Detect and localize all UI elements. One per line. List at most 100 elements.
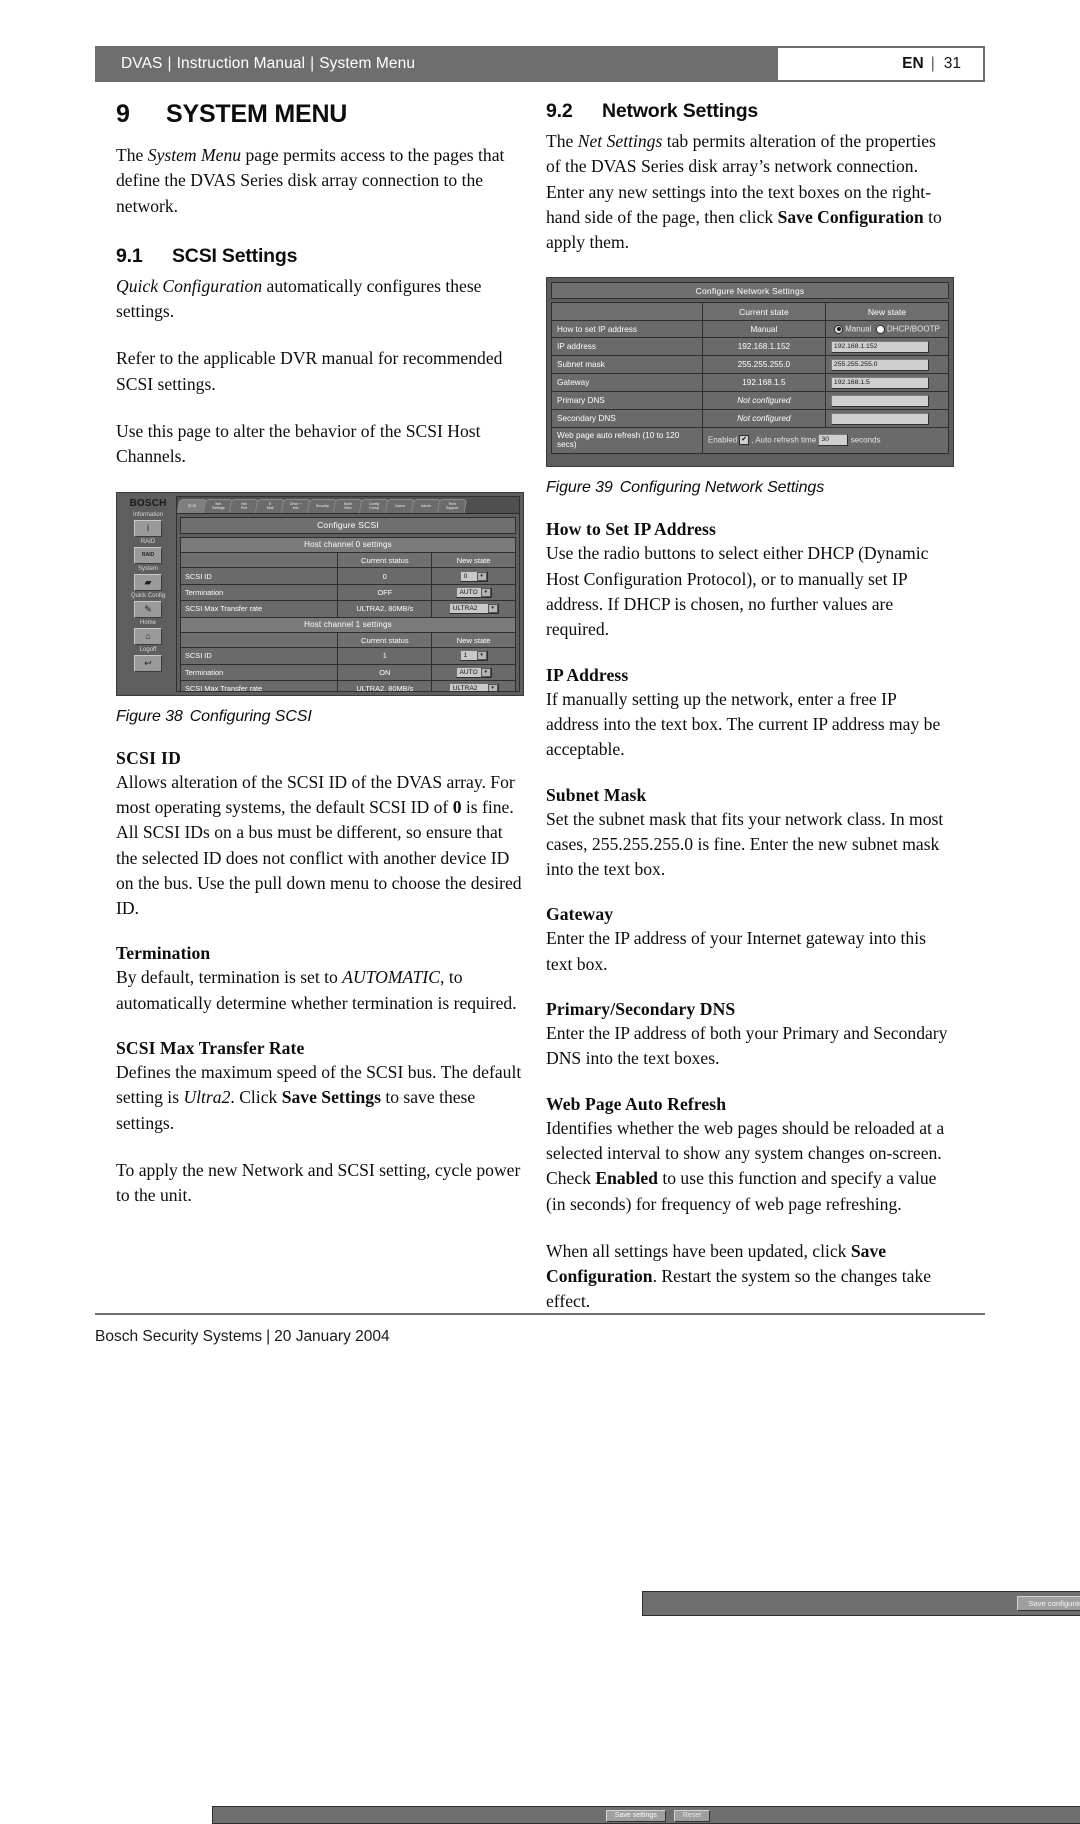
ch1-max-rate-dropdown[interactable]: ULTRA2 ▾ xyxy=(448,683,499,691)
ch1-max-rate-label: SCSI Max Transfer rate xyxy=(179,680,339,691)
page-footer: Bosch Security Systems | 20 January 2004 xyxy=(95,1313,985,1346)
table-row: Primary DNS Not configured xyxy=(551,391,950,411)
radio-manual[interactable] xyxy=(834,324,844,334)
subnet-mask-heading: Subnet Mask xyxy=(546,784,647,805)
chevron-down-icon[interactable]: ▾ xyxy=(476,651,487,661)
chevron-down-icon[interactable]: ▾ xyxy=(487,604,498,614)
gateway-input[interactable]: 192.168.1.5 xyxy=(830,376,929,389)
left-column: 9 SYSTEM MENU The System Menu page permi… xyxy=(116,100,1080,1824)
tab-admin-label: Admin xyxy=(420,503,432,508)
subnet-mask-current: 255.255.255.0 xyxy=(701,355,826,375)
ch0-termination-current: OFF xyxy=(337,583,433,602)
ch0-termination-label: Termination xyxy=(179,583,339,602)
termination-paragraph: By default, termination is set to AUTOMA… xyxy=(116,965,522,1016)
table-row: Gateway 192.168.1.5 192.168.1.5 xyxy=(551,373,950,393)
scsi-col-current-status-1: Current status xyxy=(337,631,433,649)
primary-dns-input[interactable] xyxy=(830,394,929,407)
ch0-max-rate-label: SCSI Max Transfer rate xyxy=(179,600,339,618)
header-breadcrumb: DVAS | Instruction Manual | System Menu xyxy=(95,46,778,82)
figure-38-scsi-screenshot: BOSCH Information i RAID RAID System ▰ Q… xyxy=(116,491,1080,1824)
web-page-auto-refresh-row: Web page auto refresh (10 to 120 secs) E… xyxy=(551,427,950,454)
auto-refresh-time-input[interactable]: 30 xyxy=(818,434,849,447)
section-9-1-paragraph-2: Refer to the applicable DVR manual for r… xyxy=(116,348,503,394)
ch1-termination-current: ON xyxy=(337,663,433,682)
wrench-icon[interactable]: ✎ xyxy=(133,600,162,618)
ch1-termination-dropdown-value: AUTO xyxy=(459,668,478,676)
ch0-scsi-id-dropdown[interactable]: 0 ▾ xyxy=(459,570,488,582)
table-row: SCSI Max Transfer rate ULTRA2, 80MB/s UL… xyxy=(179,680,516,691)
tab-drive-info-label: Drive + Info xyxy=(290,501,302,510)
max-transfer-rate-paragraph: Defines the maximum speed of the SCSI bu… xyxy=(116,1060,522,1136)
tab-tech-support[interactable]: Tech Support xyxy=(436,498,468,513)
final-note-paragraph: When all settings have been updated, cli… xyxy=(546,1239,952,1315)
breadcrumb-separator-2: | xyxy=(310,55,315,72)
save-configuration-button[interactable]: Save configuration xyxy=(1017,1596,1080,1612)
subnet-mask-paragraph: Set the subnet mask that fits your netwo… xyxy=(546,808,944,880)
table-row: Termination OFF AUTO ▾ xyxy=(179,583,516,602)
home-icon[interactable]: ⌂ xyxy=(134,627,162,645)
net-col-current-state: Current state xyxy=(701,302,826,322)
gateway-paragraph: Enter the IP address of your Internet ga… xyxy=(546,928,926,974)
sidebar-item-quick-config[interactable]: Quick Config ✎ xyxy=(131,592,165,618)
ch0-termination-dropdown[interactable]: AUTO ▾ xyxy=(455,586,492,598)
section-9-1-paragraph-1: Quick Configuration automatically config… xyxy=(116,274,522,325)
subnet-mask-input[interactable]: 255.255.255.0 xyxy=(830,358,929,371)
sidebar-item-home-label: Home xyxy=(139,619,156,626)
figure-38-main-panel: SCSI Net Settings Net Port E Mail Drive … xyxy=(176,495,1080,1824)
network-actions-row: Save configuration Reset xyxy=(552,453,1080,1617)
ch1-termination-dropdown[interactable]: AUTO ▾ xyxy=(455,666,492,678)
sidebar-item-system[interactable]: System ▰ xyxy=(134,565,162,591)
net-settings-save-configuration: Save Configuration xyxy=(777,206,924,227)
chevron-down-icon[interactable]: ▾ xyxy=(487,684,498,691)
chevron-down-icon[interactable]: ▾ xyxy=(480,587,491,597)
quick-config-italic: Quick Configuration xyxy=(116,275,263,296)
auto-refresh-enabled-checkbox[interactable]: ✔ xyxy=(739,435,750,446)
raid-icon[interactable]: RAID xyxy=(134,546,162,564)
bosch-logo: BOSCH xyxy=(129,497,167,509)
table-row: How to set IP address Manual Manual DHCP… xyxy=(551,320,950,339)
figure-38-sidebar: BOSCH Information i RAID RAID System ▰ Q… xyxy=(120,495,176,692)
network-header-row: Current state New state xyxy=(551,302,950,322)
scsi-id-paragraph: Allows alteration of the SCSI ID of the … xyxy=(116,770,522,922)
chevron-down-icon[interactable]: ▾ xyxy=(476,571,487,581)
radio-dhcp-bootp[interactable] xyxy=(875,324,885,334)
information-icon[interactable]: i xyxy=(133,519,162,537)
dns-heading: Primary/Secondary DNS xyxy=(546,999,736,1020)
logoff-icon[interactable]: ↩ xyxy=(134,654,162,672)
sidebar-item-system-label: System xyxy=(137,565,158,572)
termination-text-a: By default, termination is set to xyxy=(116,967,343,988)
subnet-mask-label: Subnet mask xyxy=(551,355,703,375)
ip-address-input[interactable]: 192.168.1.152 xyxy=(830,340,929,353)
sidebar-item-information[interactable]: Information i xyxy=(133,511,163,537)
system-monitor-icon[interactable]: ▰ xyxy=(134,573,162,591)
ch0-scsi-id-new-cell: 0 ▾ xyxy=(431,567,516,585)
secondary-dns-input[interactable] xyxy=(830,412,929,425)
figure-39-caption-text: Configuring Network Settings xyxy=(619,479,825,497)
ip-address-heading: IP Address xyxy=(546,664,629,685)
section-9-2-paragraph: The Net Settings tab permits alteration … xyxy=(546,129,952,255)
auto-refresh-paragraph: Identifies whether the web pages should … xyxy=(546,1116,952,1217)
how-to-set-ip-current: Manual xyxy=(701,320,826,339)
ch1-scsi-id-dropdown[interactable]: 1 ▾ xyxy=(459,650,488,662)
auto-refresh-time-label: , Auto refresh time xyxy=(751,435,817,445)
sidebar-item-home[interactable]: Home ⌂ xyxy=(134,619,162,645)
ch1-scsi-id-current: 1 xyxy=(337,647,433,665)
figure-38-caption: Figure 38 Configuring SCSI xyxy=(116,708,522,726)
tab-scsi-label: SCSI xyxy=(187,503,197,508)
gateway-label: Gateway xyxy=(551,373,703,393)
ch0-termination-new-cell: AUTO ▾ xyxy=(431,583,516,602)
ch0-max-rate-dropdown[interactable]: ULTRA2 ▾ xyxy=(448,603,499,615)
tab-cache-label: Cache xyxy=(394,503,406,508)
auto-refresh-enabled-label: Enabled xyxy=(707,435,738,445)
ch0-max-rate-current: ULTRA2, 80MB/s xyxy=(337,600,433,618)
chevron-down-icon[interactable]: ▾ xyxy=(480,667,491,677)
ch1-scsi-id-new-cell: 1 ▾ xyxy=(431,647,516,665)
scsi-settings-table: Host channel 0 settings Current status N… xyxy=(179,536,1080,1824)
figure-38-caption-text: Configuring SCSI xyxy=(189,707,312,725)
section-9-2-title: Network Settings xyxy=(602,100,759,122)
sidebar-item-logoff[interactable]: Logoff ↩ xyxy=(134,646,162,672)
termination-heading: Termination xyxy=(116,943,211,964)
sidebar-item-raid[interactable]: RAID RAID xyxy=(134,538,162,564)
net-settings-italic: Net Settings xyxy=(577,131,663,151)
primary-dns-new-cell xyxy=(824,391,950,411)
